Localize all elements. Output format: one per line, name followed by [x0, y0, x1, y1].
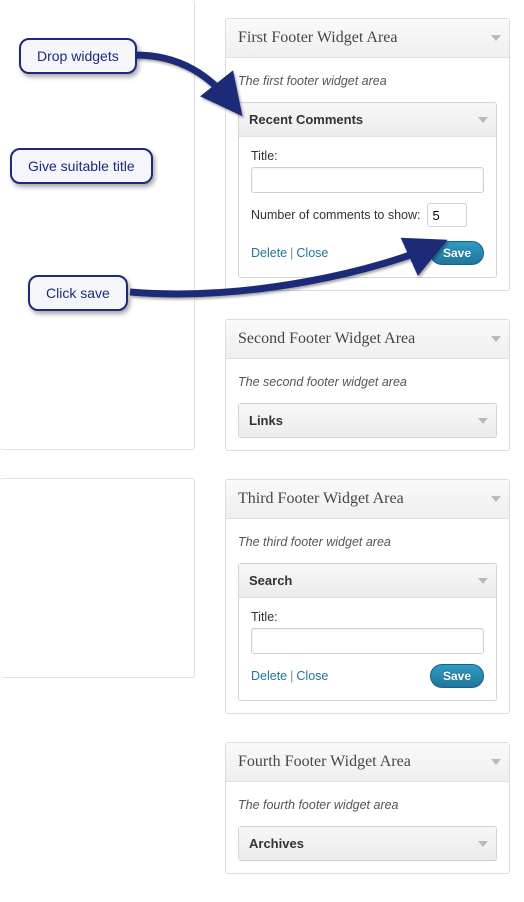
widget-links: Links: [238, 403, 497, 438]
count-label: Number of comments to show:: [251, 208, 421, 222]
area-body: The first footer widget area Recent Comm…: [226, 58, 509, 290]
close-link[interactable]: Close: [296, 669, 328, 683]
chevron-down-icon: [478, 841, 488, 847]
area-title: Third Footer Widget Area: [238, 490, 404, 507]
widget-recent-comments: Recent Comments Title: Number of comment…: [238, 102, 497, 278]
chevron-down-icon: [491, 336, 501, 342]
widget-search: Search Title: Delete|Close Save: [238, 563, 497, 701]
callout-text: Click save: [46, 285, 110, 301]
area-description: The third footer widget area: [238, 535, 497, 549]
chevron-down-icon: [478, 578, 488, 584]
chevron-down-icon: [478, 418, 488, 424]
callout-give-title: Give suitable title: [10, 148, 153, 184]
separator: |: [290, 669, 293, 683]
widget-areas-column: First Footer Widget Area The first foote…: [225, 18, 510, 902]
area-description: The fourth footer widget area: [238, 798, 497, 812]
area-header[interactable]: First Footer Widget Area: [226, 19, 509, 58]
area-title: Second Footer Widget Area: [238, 330, 415, 347]
chevron-down-icon: [491, 759, 501, 765]
delete-link[interactable]: Delete: [251, 246, 287, 260]
chevron-down-icon: [491, 35, 501, 41]
third-footer-widget-area: Third Footer Widget Area The third foote…: [225, 479, 510, 714]
widget-title: Archives: [249, 836, 304, 851]
widget-title: Search: [249, 573, 292, 588]
widget-header[interactable]: Search: [239, 564, 496, 598]
widget-header[interactable]: Links: [239, 404, 496, 437]
save-button[interactable]: Save: [430, 664, 484, 688]
chevron-down-icon: [491, 496, 501, 502]
widget-header[interactable]: Recent Comments: [239, 103, 496, 137]
widget-actions: Delete|Close Save: [251, 241, 484, 265]
callout-text: Drop widgets: [37, 48, 119, 64]
area-body: The fourth footer widget area Archives: [226, 782, 509, 873]
widget-archives: Archives: [238, 826, 497, 861]
callout-drop-widgets: Drop widgets: [19, 38, 137, 74]
area-header[interactable]: Fourth Footer Widget Area: [226, 743, 509, 782]
area-body: The third footer widget area Search Titl…: [226, 519, 509, 713]
delete-link[interactable]: Delete: [251, 669, 287, 683]
area-title: First Footer Widget Area: [238, 29, 397, 46]
chevron-down-icon: [478, 117, 488, 123]
area-body: The second footer widget area Links: [226, 359, 509, 450]
area-description: The first footer widget area: [238, 74, 497, 88]
callout-click-save: Click save: [28, 275, 128, 311]
title-input[interactable]: [251, 628, 484, 654]
widget-actions: Delete|Close Save: [251, 664, 484, 688]
area-description: The second footer widget area: [238, 375, 497, 389]
count-input[interactable]: [427, 203, 467, 227]
area-header[interactable]: Third Footer Widget Area: [226, 480, 509, 519]
widget-body: Title: Number of comments to show: Delet…: [239, 137, 496, 277]
left-column: [0, 0, 195, 678]
first-footer-widget-area: First Footer Widget Area The first foote…: [225, 18, 510, 291]
title-label: Title:: [251, 610, 484, 624]
fourth-footer-widget-area: Fourth Footer Widget Area The fourth foo…: [225, 742, 510, 874]
widget-body: Title: Delete|Close Save: [239, 598, 496, 700]
widget-title: Links: [249, 413, 283, 428]
title-input[interactable]: [251, 167, 484, 193]
title-label: Title:: [251, 149, 484, 163]
callout-text: Give suitable title: [28, 158, 135, 174]
separator: |: [290, 246, 293, 260]
inactive-widgets-panel: [0, 478, 195, 678]
widget-header[interactable]: Archives: [239, 827, 496, 860]
area-title: Fourth Footer Widget Area: [238, 753, 411, 770]
second-footer-widget-area: Second Footer Widget Area The second foo…: [225, 319, 510, 451]
save-button[interactable]: Save: [430, 241, 484, 265]
widget-title: Recent Comments: [249, 112, 363, 127]
close-link[interactable]: Close: [296, 246, 328, 260]
area-header[interactable]: Second Footer Widget Area: [226, 320, 509, 359]
